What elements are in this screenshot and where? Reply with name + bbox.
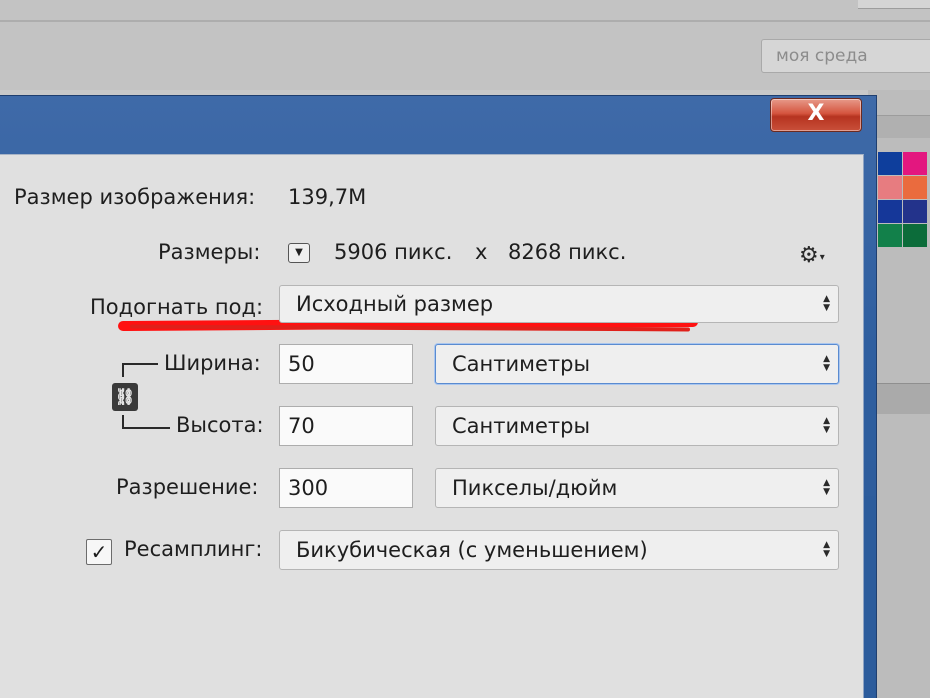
color-swatch[interactable] — [903, 200, 927, 223]
toolbar-divider — [0, 20, 930, 22]
chevron-down-icon[interactable]: ▼ — [288, 243, 310, 263]
panel-header — [868, 115, 930, 138]
panel-header — [868, 383, 930, 414]
color-swatch[interactable] — [878, 200, 902, 223]
width-unit-value: Сантиметры — [452, 352, 591, 376]
fit-to-select[interactable]: Исходный размер ▲ ▼ — [279, 285, 839, 323]
resample-label: Ресамплинг: — [124, 537, 263, 561]
updown-arrows-icon: ▲ ▼ — [823, 354, 830, 373]
link-icon[interactable]: ⛓ — [112, 383, 138, 411]
close-icon: X — [807, 101, 825, 126]
image-size-value: 139,7M — [288, 185, 367, 209]
dimensions-separator: x — [475, 240, 488, 264]
image-size-dialog: X Размер изображения: 139,7M ⚙▾ Размеры:… — [0, 95, 877, 698]
resample-value: Бикубическая (с уменьшением) — [296, 538, 648, 562]
window-frame-edge — [864, 496, 875, 698]
resolution-unit-value: Пикселы/дюйм — [452, 476, 618, 500]
dimensions-width: 5906 пикс. — [334, 240, 453, 264]
workspace-selector[interactable]: моя среда — [761, 39, 930, 73]
screen: моя среда X Размер изображения: 139,7M ⚙… — [0, 0, 930, 698]
fit-to-value: Исходный размер — [296, 292, 494, 316]
swatches-panel — [868, 90, 930, 698]
color-swatch[interactable] — [878, 152, 902, 175]
resolution-input[interactable]: 300 — [279, 468, 413, 508]
color-swatch[interactable] — [903, 152, 927, 175]
dimensions-height: 8268 пикс. — [508, 240, 627, 264]
gear-icon[interactable]: ⚙▾ — [799, 245, 833, 267]
link-bracket — [122, 427, 170, 429]
dimensions-label: Размеры: — [158, 240, 261, 264]
link-bracket — [122, 363, 124, 377]
height-unit-value: Сантиметры — [452, 414, 591, 438]
image-size-label: Размер изображения: — [14, 185, 256, 209]
height-label: Высота: — [176, 413, 264, 437]
panel-tab-edge — [858, 0, 930, 9]
check-icon: ✓ — [90, 540, 108, 564]
resolution-unit-select[interactable]: Пикселы/дюйм ▲ ▼ — [435, 468, 839, 508]
updown-arrows-icon: ▲ ▼ — [823, 416, 830, 435]
color-swatch[interactable] — [878, 224, 902, 247]
height-input[interactable]: 70 — [279, 406, 413, 446]
updown-arrows-icon: ▲ ▼ — [823, 540, 830, 559]
app-toolbar-background: моя среда — [0, 0, 930, 90]
updown-arrows-icon: ▲ ▼ — [823, 478, 830, 497]
width-label: Ширина: — [164, 351, 261, 375]
height-unit-select[interactable]: Сантиметры ▲ ▼ — [435, 406, 839, 446]
resample-checkbox[interactable]: ✓ — [86, 539, 112, 565]
dialog-content: Размер изображения: 139,7M ⚙▾ Размеры: ▼… — [0, 154, 864, 698]
width-input[interactable]: 50 — [279, 344, 413, 384]
updown-arrows-icon: ▲ ▼ — [823, 294, 830, 313]
link-bracket — [122, 363, 158, 365]
close-button[interactable]: X — [770, 98, 862, 132]
width-unit-select[interactable]: Сантиметры ▲ ▼ — [435, 344, 839, 384]
resolution-label: Разрешение: — [116, 475, 259, 499]
resample-select[interactable]: Бикубическая (с уменьшением) ▲ ▼ — [279, 530, 839, 570]
dialog-titlebar[interactable]: X — [0, 96, 876, 154]
color-swatch[interactable] — [878, 176, 902, 199]
swatches-grid — [878, 152, 930, 248]
color-swatch[interactable] — [903, 224, 927, 247]
fit-to-label: Подогнать под: — [90, 295, 264, 319]
color-swatch[interactable] — [903, 176, 927, 199]
